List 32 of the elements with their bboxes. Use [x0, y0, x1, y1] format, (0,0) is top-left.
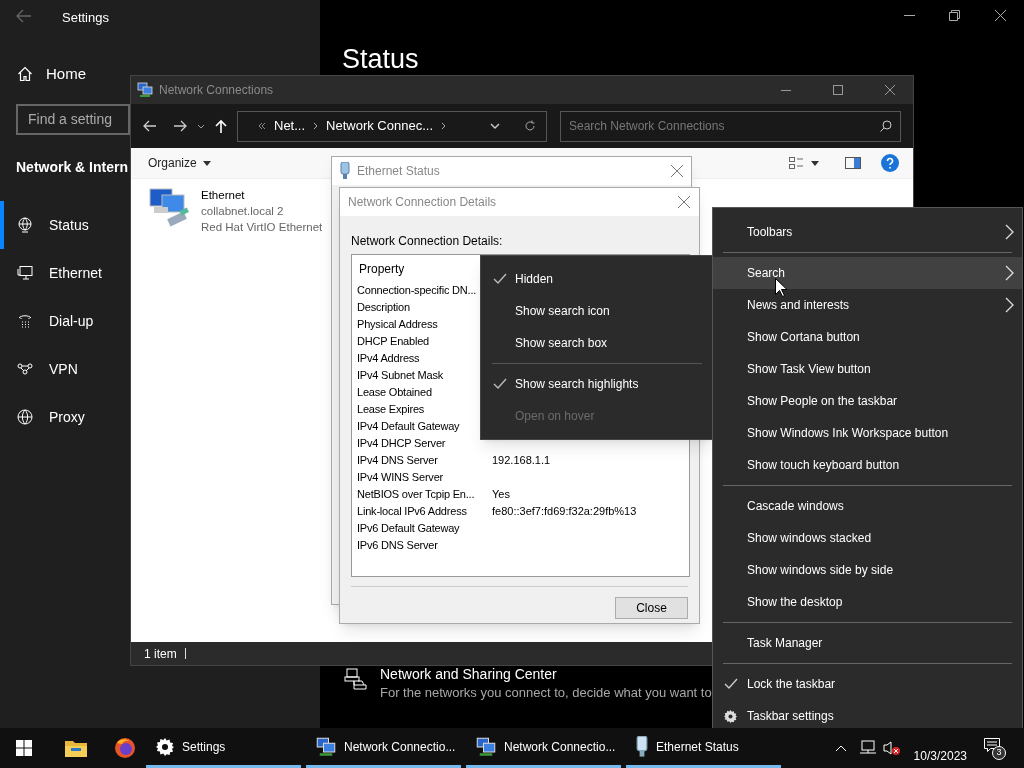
property-cell-text: Description: [356, 300, 411, 316]
property-cell-text: DHCP Enabled: [356, 334, 430, 350]
property-cell-text: IPv4 Subnet Mask: [356, 368, 445, 384]
page-heading: Status: [342, 44, 419, 74]
window-title: Network Connection Details: [348, 194, 497, 211]
connection-adapter: Red Hat VirtIO Ethernet: [201, 220, 323, 235]
property-cell-text: IPv4 DNS Server: [356, 453, 439, 469]
connection-network: collabnet.local 2: [201, 204, 285, 219]
property-cell-text: Physical Address: [356, 317, 439, 333]
property-cell-text: NetBIOS over Tcpip En...: [356, 487, 476, 503]
section-heading: Network & Intern: [16, 158, 128, 177]
property-cell-text: Link-local IPv6 Address: [356, 504, 468, 520]
list-label: Network Connection Details:: [351, 234, 503, 248]
property-cell-text: IPv4 DHCP Server: [356, 436, 447, 452]
notification-badge: 3: [992, 746, 1006, 760]
value-cell-text: 192.168.1.1: [491, 453, 551, 469]
property-cell-text: Lease Expires: [356, 402, 426, 418]
value-cell-text: fe80::3ef7:fd69:f32a:29fb%13: [491, 504, 637, 520]
connection-name: Ethernet: [201, 188, 246, 203]
value-cell-text: Yes: [491, 487, 510, 503]
status-text: 1 item: [144, 645, 177, 663]
window-title: Ethernet Status: [357, 163, 440, 180]
property-cell-text: Connection-specific DN...: [356, 283, 478, 299]
property-cell-text: IPv4 Address: [356, 351, 421, 367]
property-cell-text: Lease Obtained: [356, 385, 433, 401]
property-cell-text: IPv4 Default Gateway: [356, 419, 461, 435]
window-title: Network Connections: [159, 82, 274, 99]
property-cell-text: IPv4 WINS Server: [356, 470, 445, 486]
property-cell-text: IPv6 Default Gateway: [356, 521, 461, 537]
property-cell-text: IPv6 DNS Server: [356, 538, 439, 554]
window-title: Settings: [62, 9, 109, 27]
link-description: For the networks you connect to, decide what you want to: [380, 684, 712, 702]
